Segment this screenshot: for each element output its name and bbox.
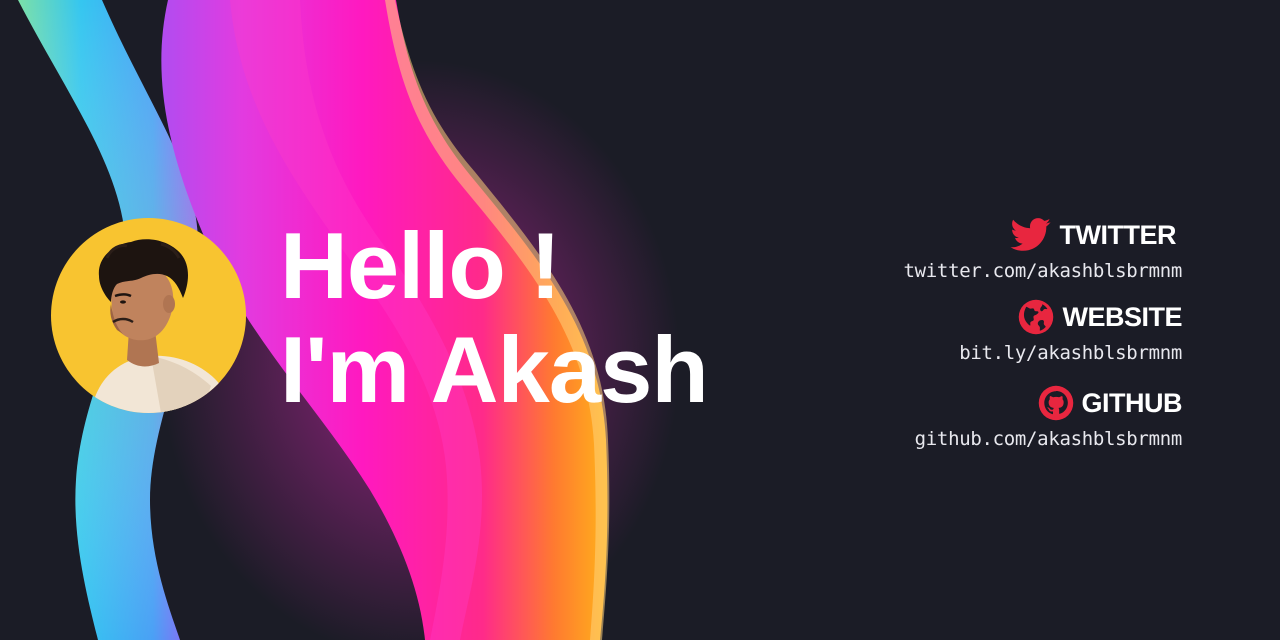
website-link[interactable]: bit.ly/akashblsbrmnm (762, 338, 1182, 368)
social-links: TWITTER twitter.com/akashblsbrmnm WEBSIT… (762, 214, 1182, 454)
link-group-website: WEBSITE bit.ly/akashblsbrmnm (762, 296, 1182, 368)
website-label: WEBSITE (1062, 301, 1182, 332)
github-octocat-icon (1038, 385, 1073, 421)
greeting-line-2: I'm Akash (280, 317, 709, 422)
twitter-link[interactable]: twitter.com/akashblsbrmnm (762, 256, 1183, 286)
link-title-github: GITHUB (762, 382, 1182, 424)
twitter-label: TWITTER (1059, 219, 1177, 250)
link-title-website: WEBSITE (762, 296, 1182, 338)
twitter-bird-icon (1009, 218, 1051, 251)
github-label: GITHUB (1081, 387, 1183, 418)
link-group-github: GITHUB github.com/akashblsbrmnm (762, 382, 1182, 454)
github-link[interactable]: github.com/akashblsbrmnm (762, 424, 1183, 454)
link-group-twitter: TWITTER twitter.com/akashblsbrmnm (762, 214, 1182, 286)
avatar (51, 218, 246, 413)
greeting-heading: Hello ! I'm Akash (280, 213, 709, 422)
link-title-twitter: TWITTER (762, 214, 1182, 256)
greeting-line-1: Hello ! (280, 213, 561, 318)
banner: Hello ! I'm Akash TWITTER twitter.com/ak… (0, 0, 1280, 640)
globe-icon (1019, 299, 1054, 335)
